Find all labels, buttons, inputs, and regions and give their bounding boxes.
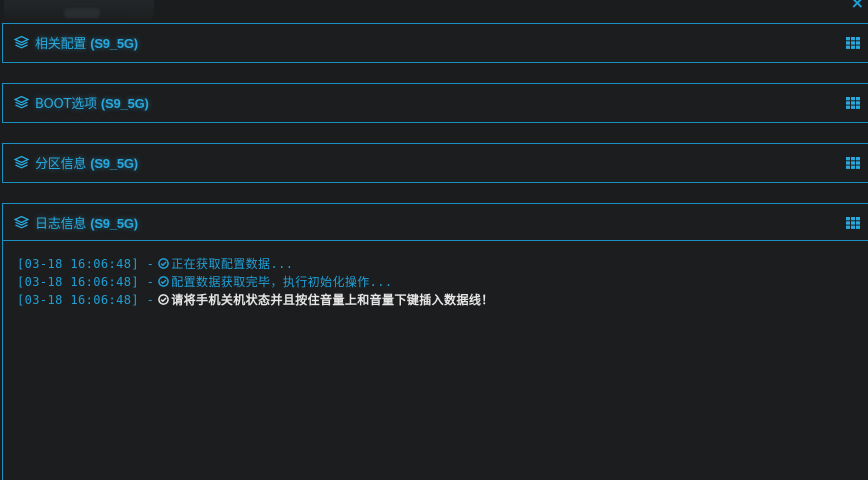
grid-icon[interactable] [846,97,860,109]
panel-header[interactable]: 日志信息 (S9_5G) [3,204,868,241]
grid-icon[interactable] [846,157,860,169]
log-timestamp: [03-18 16:06:48] [17,275,139,289]
panel-title: BOOT选项 (S9_5G) [35,96,149,112]
log-timestamp: [03-18 16:06:48] [17,257,139,271]
check-circle-icon [158,294,170,305]
panel-header[interactable]: 分区信息 (S9_5G) [3,144,868,180]
panel-partition: 分区信息 (S9_5G) [2,143,868,183]
panel-log: 日志信息 (S9_5G) [03-18 16:06:48] - 正在获取配置数据..… [2,203,868,480]
device-label: (S9_5G) [90,36,138,51]
log-message-warning: 请将手机关机状态并且按住音量上和音量下键插入数据线！ [171,293,494,307]
log-message: 正在获取配置数据... [171,257,294,271]
panel-title: 分区信息 (S9_5G) [35,156,138,172]
panel-header[interactable]: BOOT选项 (S9_5G) [3,84,868,120]
panel-title: 相关配置 (S9_5G) [35,36,138,52]
log-entry: [03-18 16:06:48] - 请将手机关机状态并且按住音量上和音量下键插入… [17,291,868,309]
panel-config: 相关配置 (S9_5G) [2,23,868,63]
layers-icon [14,156,29,169]
app-window: × 相关配置 (S9_5G) BOOT选项 (S9_5G) 分区信息 (S9_5… [0,0,868,480]
log-entry: [03-18 16:06:48] - 正在获取配置数据... [17,255,868,273]
device-label: (S9_5G) [90,156,138,171]
check-circle-icon [158,258,170,269]
log-separator: - [146,275,155,289]
layers-icon [14,216,29,229]
log-timestamp: [03-18 16:06:48] [17,293,139,307]
layers-icon [14,96,29,109]
log-entry: [03-18 16:06:48] - 配置数据获取完毕，执行初始化操作... [17,273,868,291]
close-icon[interactable]: × [851,0,864,11]
panel-boot: BOOT选项 (S9_5G) [2,83,868,123]
device-label: (S9_5G) [90,216,138,231]
device-label: (S9_5G) [100,96,149,111]
panel-title: 日志信息 (S9_5G) [35,216,138,232]
grid-icon[interactable] [846,37,860,49]
grid-icon[interactable] [846,217,860,229]
log-message: 配置数据获取完毕，执行初始化操作... [171,275,393,289]
layers-icon [14,36,29,49]
top-tab-highlight [64,8,100,18]
log-separator: - [146,257,155,271]
top-tab[interactable] [4,0,154,20]
panel-header[interactable]: 相关配置 (S9_5G) [3,24,868,60]
log-output[interactable]: [03-18 16:06:48] - 正在获取配置数据... [03-18 16:… [3,241,868,309]
log-separator: - [146,293,155,307]
check-circle-icon [158,276,170,287]
